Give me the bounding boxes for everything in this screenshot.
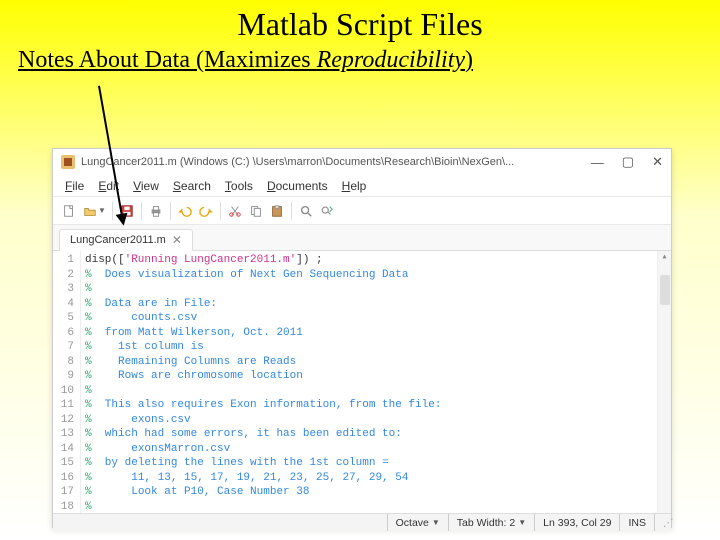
app-icon xyxy=(61,155,75,169)
menu-edit[interactable]: Edit xyxy=(92,177,125,195)
paste-icon[interactable] xyxy=(267,201,287,221)
status-insert-mode: INS xyxy=(619,514,654,531)
subtitle-prefix: Notes About Data (Maximizes xyxy=(18,47,317,73)
print-icon[interactable] xyxy=(146,201,166,221)
vertical-scrollbar[interactable]: ▴ xyxy=(657,251,671,513)
separator xyxy=(220,202,221,220)
menu-search[interactable]: Search xyxy=(167,177,217,195)
open-dropdown-icon[interactable]: ▼ xyxy=(98,206,106,215)
undo-icon[interactable] xyxy=(175,201,195,221)
minimize-button[interactable]: — xyxy=(591,155,604,170)
open-icon[interactable] xyxy=(80,201,100,221)
separator xyxy=(141,202,142,220)
separator xyxy=(291,202,292,220)
menubar: File Edit View Search Tools Documents He… xyxy=(53,175,671,197)
copy-icon[interactable] xyxy=(246,201,266,221)
status-cursor-position: Ln 393, Col 29 xyxy=(534,514,619,531)
separator xyxy=(112,202,113,220)
toolbar: ▼ xyxy=(53,197,671,225)
code-area[interactable]: disp(['Running LungCancer2011.m']) ;% Do… xyxy=(81,251,671,513)
maximize-button[interactable]: ▢ xyxy=(622,154,634,170)
line-gutter: 123456789101112131415161718 xyxy=(53,251,81,513)
code-editor[interactable]: 123456789101112131415161718 disp(['Runni… xyxy=(53,251,671,513)
menu-help[interactable]: Help xyxy=(336,177,373,195)
resize-grip-icon[interactable]: ⋰ xyxy=(654,514,671,531)
separator xyxy=(170,202,171,220)
menu-documents[interactable]: Documents xyxy=(261,177,334,195)
tab-label: LungCancer2011.m xyxy=(70,234,166,246)
status-language[interactable]: Octave▼ xyxy=(387,514,448,531)
subtitle-italic: Reproducibility xyxy=(317,47,465,73)
statusbar: Octave▼ Tab Width: 2▼ Ln 393, Col 29 INS… xyxy=(53,513,671,531)
menu-file[interactable]: File xyxy=(59,177,90,195)
cut-icon[interactable] xyxy=(225,201,245,221)
new-doc-icon[interactable] xyxy=(59,201,79,221)
redo-icon[interactable] xyxy=(196,201,216,221)
slide-title: Matlab Script Files xyxy=(0,0,720,43)
menu-view[interactable]: View xyxy=(127,177,165,195)
tab-lungcancer[interactable]: LungCancer2011.m ✕ xyxy=(59,229,193,251)
close-button[interactable]: ✕ xyxy=(652,154,663,170)
subtitle-suffix: ) xyxy=(465,47,473,73)
tabbar: LungCancer2011.m ✕ xyxy=(53,225,671,251)
find-icon[interactable] xyxy=(296,201,316,221)
scroll-up-icon[interactable]: ▴ xyxy=(661,251,667,263)
status-tabwidth[interactable]: Tab Width: 2▼ xyxy=(448,514,534,531)
scroll-thumb[interactable] xyxy=(660,275,670,305)
menu-tools[interactable]: Tools xyxy=(219,177,259,195)
replace-icon[interactable] xyxy=(317,201,337,221)
editor-window: LungCancer2011.m (Windows (C:) \Users\ma… xyxy=(52,148,672,528)
tab-close-icon[interactable]: ✕ xyxy=(172,233,182,247)
window-title: LungCancer2011.m (Windows (C:) \Users\ma… xyxy=(81,156,514,168)
titlebar: LungCancer2011.m (Windows (C:) \Users\ma… xyxy=(53,149,671,175)
slide-subtitle: Notes About Data (Maximizes Reproducibil… xyxy=(0,47,720,74)
